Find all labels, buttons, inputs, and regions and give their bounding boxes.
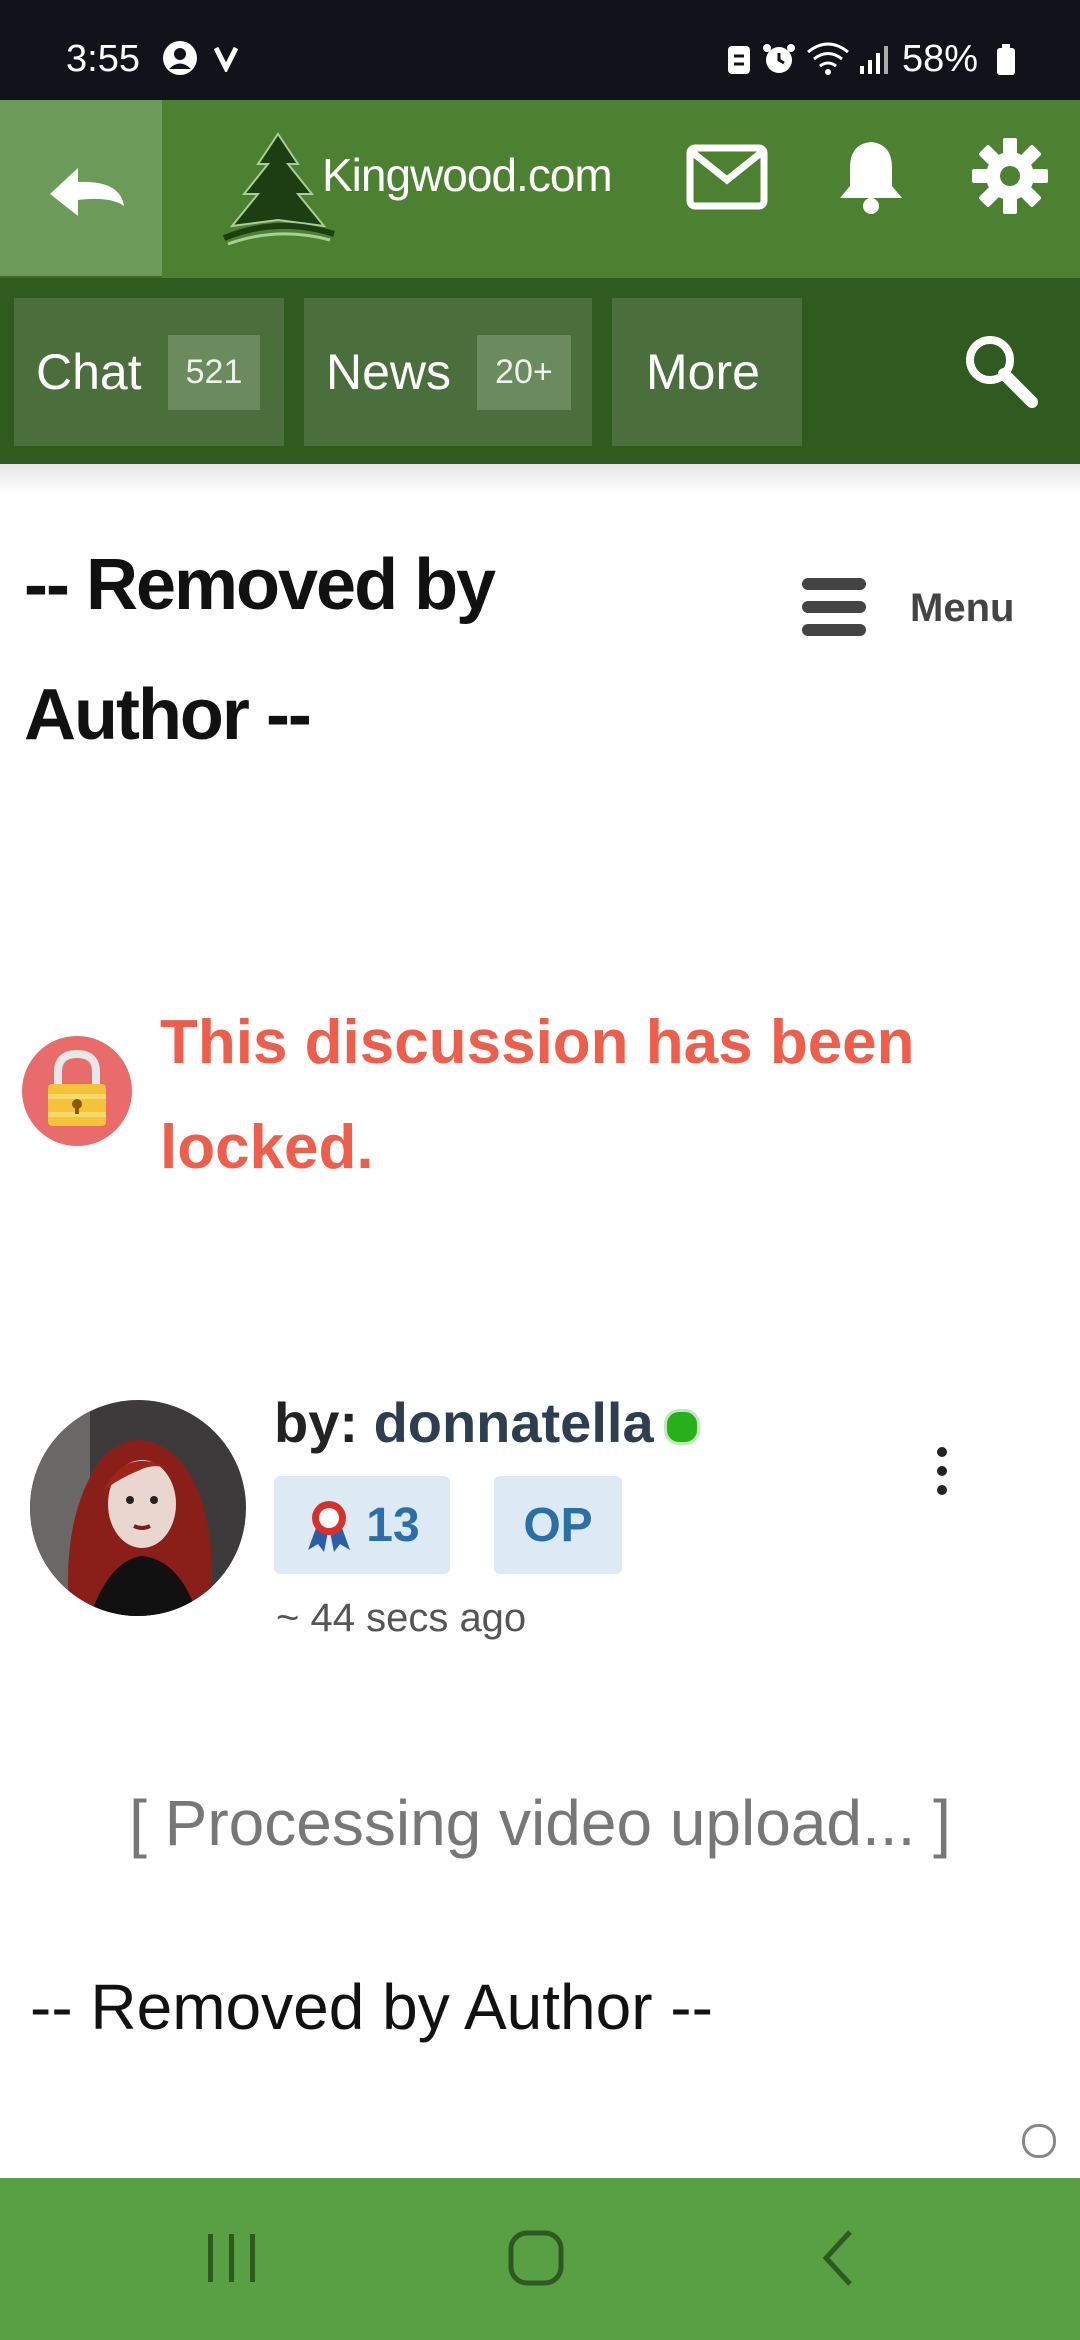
hamburger-icon (802, 578, 866, 636)
reputation-badge[interactable]: 13 (274, 1476, 450, 1574)
alarm-icon (762, 42, 796, 81)
battery-icon (996, 44, 1016, 81)
status-bar: 3:55 58% (0, 0, 1080, 100)
back-button[interactable] (0, 100, 162, 278)
back-nav-icon[interactable] (818, 2228, 858, 2288)
post-timestamp: ~ 44 secs ago (276, 1596, 527, 1640)
news-count-badge: 20+ (477, 334, 571, 410)
menu-button[interactable]: Menu (800, 574, 1040, 644)
tab-news-label: News (326, 344, 452, 400)
lock-badge (22, 1036, 132, 1146)
settings-button[interactable] (970, 136, 1050, 221)
video-processing-text: [ Processing video upload... ] (129, 1787, 951, 1859)
post-options-button[interactable] (930, 1446, 954, 1501)
tab-chat-label: Chat (36, 344, 142, 400)
search-icon (966, 336, 1038, 408)
v-icon (213, 44, 239, 77)
gear-icon (972, 138, 1048, 214)
home-icon[interactable] (506, 2228, 566, 2288)
status-time: 3:55 (66, 38, 140, 80)
search-button[interactable] (960, 330, 1040, 415)
mail-icon (686, 144, 768, 210)
site-header: Kingwood.com (0, 100, 1080, 278)
tab-news[interactable]: News 20+ (304, 298, 592, 446)
padlock-icon (48, 1050, 106, 1126)
back-arrow-icon (50, 168, 124, 216)
tab-more-label: More (646, 344, 760, 400)
recent-apps-icon[interactable] (204, 2230, 260, 2286)
battery-percent: 58% (902, 38, 979, 80)
nav-bar: Chat 521 News 20+ More (0, 278, 1080, 464)
username-link[interactable]: donnatella (374, 1391, 654, 1454)
locked-message: This discussion has been locked. (160, 1008, 915, 1182)
online-status-icon (663, 1409, 700, 1446)
menu-label: Menu (910, 586, 1015, 630)
chat-count-badge: 521 (167, 334, 261, 410)
floating-action-handle[interactable] (1022, 2124, 1056, 2158)
mail-button[interactable] (686, 144, 768, 215)
user-avatar-image (30, 1400, 246, 1616)
tab-chat[interactable]: Chat 521 (14, 298, 284, 446)
post-byline: by: donnatella (274, 1390, 700, 1455)
notifications-button[interactable] (836, 138, 906, 221)
by-label: by: (274, 1391, 358, 1454)
op-label: OP (523, 1498, 593, 1552)
kebab-menu-icon (937, 1447, 947, 1495)
award-ribbon-icon (308, 1501, 351, 1552)
avatar[interactable] (30, 1400, 246, 1616)
post-body: -- Removed by Author -- (30, 1971, 713, 2043)
bell-icon (840, 142, 902, 214)
signal-icon (858, 44, 892, 81)
system-nav-bar (0, 2178, 1080, 2340)
tab-more[interactable]: More (612, 298, 802, 446)
reputation-count: 13 (366, 1498, 420, 1552)
wifi-icon (806, 42, 850, 81)
tree-logo-icon (222, 132, 335, 246)
page-title: -- Removed by Author -- (24, 545, 496, 755)
account-circle-icon (162, 40, 198, 81)
logo-text: Kingwood.com (322, 149, 613, 201)
header-shadow (0, 464, 1080, 494)
sync-icon (726, 44, 752, 81)
op-badge: OP (494, 1476, 622, 1574)
